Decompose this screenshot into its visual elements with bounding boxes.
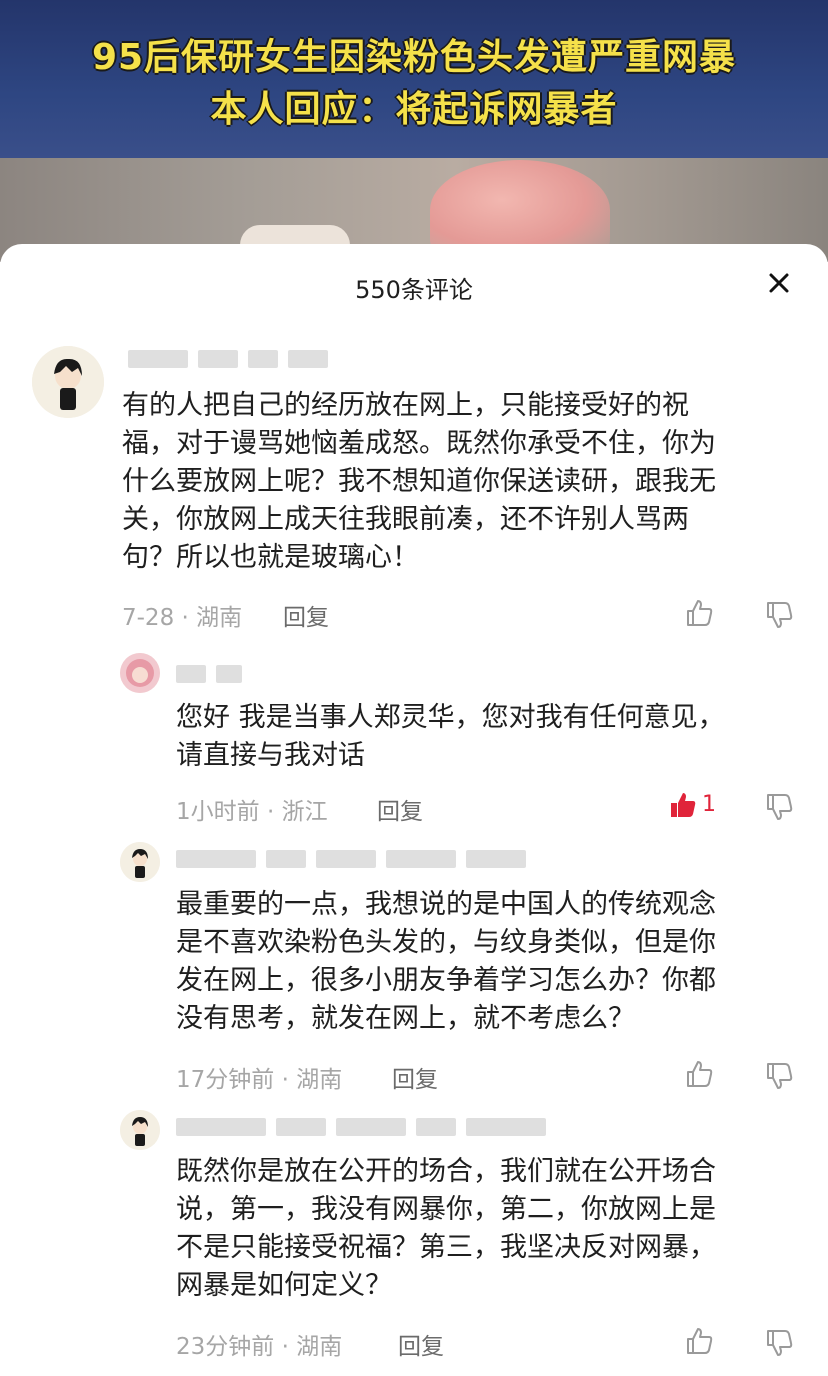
thumbs-up-icon — [687, 1328, 713, 1354]
comment-text: 既然你是放在公开的场合，我们就在公开场合 说，第一，我没有网暴你，第二，你放网上… — [176, 1153, 796, 1305]
avatar-illustration — [120, 1110, 160, 1150]
username-blurred[interactable] — [128, 350, 328, 368]
comment-line: 最重要的一点，我想说的是中国人的传统观念 — [176, 889, 716, 920]
thumbs-up-filled-icon — [671, 793, 696, 817]
avatar[interactable] — [120, 653, 160, 693]
avatar-photo — [120, 653, 160, 693]
like-count: 1 — [702, 792, 716, 817]
comment-line: 福，对于谩骂她恼羞成怒。既然你承受不住，你为 — [122, 428, 716, 459]
like-button[interactable] — [684, 1326, 714, 1356]
reply-button[interactable]: 回复 — [398, 1327, 444, 1361]
comment-line: 句？所以也就是玻璃心！ — [122, 542, 419, 573]
comment-line: 不是只能接受祝福？第三，我坚决反对网暴， — [176, 1232, 716, 1263]
thumbs-down-icon — [767, 1330, 793, 1356]
comment-text: 有的人把自己的经历放在网上，只能接受好的祝 福，对于谩骂她恼羞成怒。既然你承受不… — [122, 387, 802, 577]
avatar-illustration — [32, 346, 104, 418]
thumbs-up-icon — [687, 600, 713, 626]
comment-line: 既然你是放在公开的场合，我们就在公开场合 — [176, 1156, 716, 1187]
dislike-button[interactable] — [764, 1061, 794, 1091]
video-headline-line2: 本人回应：将起诉网暴者 — [210, 89, 618, 130]
thumbs-down-icon — [767, 794, 793, 820]
like-button[interactable] — [684, 598, 714, 628]
reply-button[interactable]: 回复 — [377, 792, 423, 826]
comment-line: 是不喜欢染粉色头发的，与纹身类似，但是你 — [176, 927, 716, 958]
dislike-button[interactable] — [764, 1328, 794, 1358]
avatar[interactable] — [32, 346, 104, 418]
thumbs-up-icon — [687, 1061, 713, 1087]
avatar[interactable] — [120, 842, 160, 882]
close-button[interactable] — [762, 266, 796, 300]
comment-meta: 23分钟前 · 湖南 — [176, 1334, 343, 1360]
comment-text: 您好 我是当事人郑灵华，您对我有任何意见， 请直接与我对话 — [176, 699, 796, 775]
comment-line: 有的人把自己的经历放在网上，只能接受好的祝 — [122, 390, 689, 421]
comment-line: 什么要放网上呢？我不想知道你保送读研，跟我无 — [122, 466, 716, 497]
comment-line: 关，你放网上成天往我眼前凑，还不许别人骂两 — [122, 504, 689, 535]
reply-button[interactable]: 回复 — [283, 598, 329, 632]
comment-line: 说，第一，我没有网暴你，第二，你放网上是 — [176, 1194, 716, 1225]
close-icon — [769, 273, 789, 293]
avatar[interactable] — [120, 1110, 160, 1150]
thumbs-down-icon — [767, 602, 793, 628]
like-button[interactable] — [668, 790, 698, 820]
reply-button[interactable]: 回复 — [392, 1060, 438, 1094]
comment-count-title: 550条评论 — [355, 276, 473, 304]
username-blurred[interactable] — [176, 1118, 546, 1136]
comment-line: 请直接与我对话 — [176, 740, 365, 771]
username-blurred[interactable] — [176, 665, 242, 683]
comment-text: 最重要的一点，我想说的是中国人的传统观念 是不喜欢染粉色头发的，与纹身类似，但是… — [176, 886, 796, 1038]
comment-meta: 17分钟前 · 湖南 — [176, 1067, 343, 1093]
avatar-illustration — [120, 842, 160, 882]
dislike-button[interactable] — [764, 792, 794, 822]
comment-line: 网暴是如何定义？ — [176, 1270, 392, 1301]
comment-line: 您好 我是当事人郑灵华，您对我有任何意见， — [176, 702, 725, 733]
comment-meta: 7-28 · 湖南 — [122, 605, 243, 631]
like-button[interactable] — [684, 1059, 714, 1089]
comment-line: 没有思考，就发在网上，就不考虑么？ — [176, 1003, 635, 1034]
dislike-button[interactable] — [764, 600, 794, 630]
video-headline-line1: 95后保研女生因染粉色头发遭严重网暴 — [91, 37, 737, 78]
comment-meta: 1小时前 · 浙江 — [176, 799, 328, 825]
thumbs-down-icon — [767, 1063, 793, 1089]
username-blurred[interactable] — [176, 850, 526, 868]
video-player[interactable]: 95后保研女生因染粉色头发遭严重网暴 本人回应：将起诉网暴者 — [0, 0, 828, 262]
comment-line: 发在网上，很多小朋友争着学习怎么办？你都 — [176, 965, 716, 996]
